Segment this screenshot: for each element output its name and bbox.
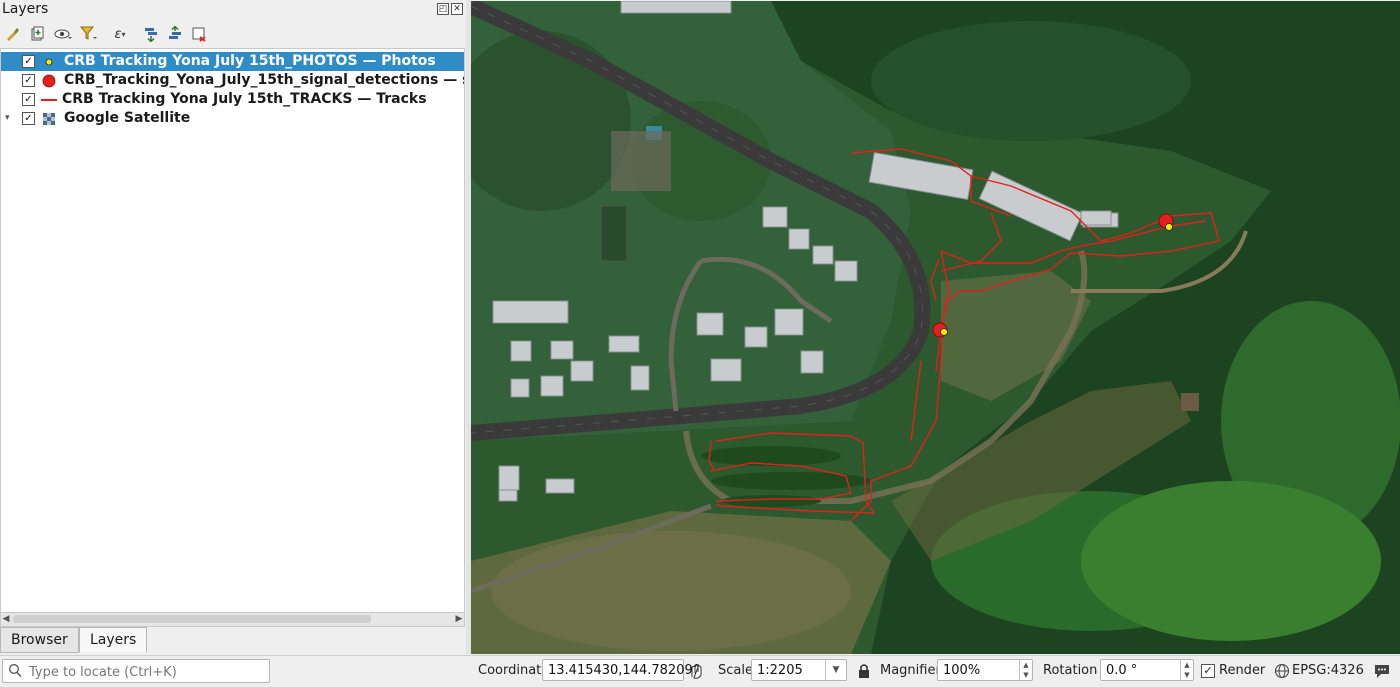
satellite-map <box>471 1 1400 654</box>
layers-panel: Layers ◰ ✕ ε ▾ ✓ CRB Tracking Yona July … <box>0 0 466 654</box>
rotation-spinbox[interactable]: 0.0 ° ▲ ▼ <box>1100 659 1194 681</box>
horizontal-scrollbar[interactable]: ◀ ▶ <box>0 612 465 627</box>
search-icon <box>8 662 22 682</box>
layer-label: CRB Tracking Yona July 15th_TRACKS — Tra… <box>62 91 427 107</box>
filter-expression-icon[interactable]: ε ▾ <box>106 25 134 43</box>
style-manager-icon[interactable] <box>4 25 22 43</box>
crs-label[interactable]: EPSG:4326 <box>1292 663 1364 678</box>
scale-label: Scale <box>718 663 753 678</box>
scroll-left-icon[interactable]: ◀ <box>1 613 11 626</box>
layer-visibility-checkbox[interactable]: ✓ <box>22 55 35 68</box>
add-group-icon[interactable] <box>28 25 46 43</box>
lock-scale-icon[interactable] <box>857 663 871 683</box>
status-bar: Coordinate 13.415430,144.782090 Scale 1:… <box>0 655 1400 687</box>
raster-tile-icon <box>41 111 57 127</box>
map-canvas[interactable] <box>471 1 1400 654</box>
photo-point[interactable] <box>1165 223 1173 231</box>
magnifier-spinbox[interactable]: 100% ▲ ▼ <box>937 659 1033 681</box>
yellow-point-icon <box>41 54 57 70</box>
layer-item-signal-detections[interactable]: ✓ CRB_Tracking_Yona_July_15th_signal_det… <box>1 71 464 90</box>
tab-layers[interactable]: Layers <box>79 627 148 653</box>
manage-visibility-icon[interactable] <box>54 25 72 43</box>
layer-item-google-satellite[interactable]: ▾ ✓ Google Satellite <box>1 109 464 128</box>
expand-arrow-icon[interactable]: ▾ <box>5 109 10 128</box>
layer-tree[interactable]: ✓ CRB Tracking Yona July 15th_PHOTOS — P… <box>0 48 465 613</box>
filter-legend-icon[interactable] <box>80 25 98 43</box>
render-checkbox[interactable]: ✓ <box>1201 664 1215 678</box>
close-panel-icon[interactable]: ✕ <box>451 3 463 15</box>
red-line-icon <box>41 92 57 108</box>
scrollbar-thumb[interactable] <box>13 615 371 623</box>
rotation-label: Rotation <box>1043 663 1098 678</box>
spin-arrows-icon[interactable]: ▲ ▼ <box>1180 660 1193 680</box>
coordinate-field[interactable]: 13.415430,144.782090 <box>542 659 701 681</box>
layer-visibility-checkbox[interactable]: ✓ <box>22 74 35 87</box>
messages-icon[interactable] <box>1373 662 1391 684</box>
layer-visibility-checkbox[interactable]: ✓ <box>22 93 35 106</box>
chevron-down-icon[interactable]: ▼ <box>825 660 846 680</box>
render-label: Render <box>1219 663 1266 678</box>
magnifier-value: 100% <box>943 663 981 678</box>
layer-label: CRB_Tracking_Yona_July_15th_signal_detec… <box>64 72 464 88</box>
layer-item-tracks[interactable]: ✓ CRB Tracking Yona July 15th_TRACKS — T… <box>1 90 464 109</box>
spin-arrows-icon[interactable]: ▲ ▼ <box>1019 660 1032 680</box>
layer-item-photos[interactable]: ✓ CRB Tracking Yona July 15th_PHOTOS — P… <box>1 52 464 71</box>
scale-value: 1:2205 <box>757 663 803 678</box>
rotation-value: 0.0 ° <box>1106 663 1138 678</box>
scroll-right-icon[interactable]: ▶ <box>454 613 464 626</box>
layer-label: CRB Tracking Yona July 15th_PHOTOS — Pho… <box>64 53 436 69</box>
coordinate-label: Coordinate <box>478 663 550 678</box>
locator-input[interactable] <box>27 662 261 682</box>
magnifier-label: Magnifier <box>880 663 941 678</box>
tab-browser[interactable]: Browser <box>0 627 79 653</box>
collapse-all-icon[interactable] <box>166 25 184 43</box>
red-point-icon <box>41 73 57 89</box>
float-panel-icon[interactable]: ◰ <box>437 3 449 15</box>
locator-bar[interactable] <box>2 659 270 683</box>
layers-toolbar: ε ▾ <box>0 22 466 46</box>
photo-point[interactable] <box>940 328 948 336</box>
globe-icon[interactable] <box>1274 663 1290 683</box>
panel-title: Layers <box>2 1 49 17</box>
expand-all-icon[interactable] <box>142 25 160 43</box>
layer-label: Google Satellite <box>64 110 191 126</box>
layer-visibility-checkbox[interactable]: ✓ <box>22 112 35 125</box>
toggle-extents-icon[interactable] <box>688 662 706 684</box>
scale-combobox[interactable]: 1:2205 ▼ <box>751 659 847 681</box>
remove-layer-icon[interactable] <box>190 25 208 43</box>
